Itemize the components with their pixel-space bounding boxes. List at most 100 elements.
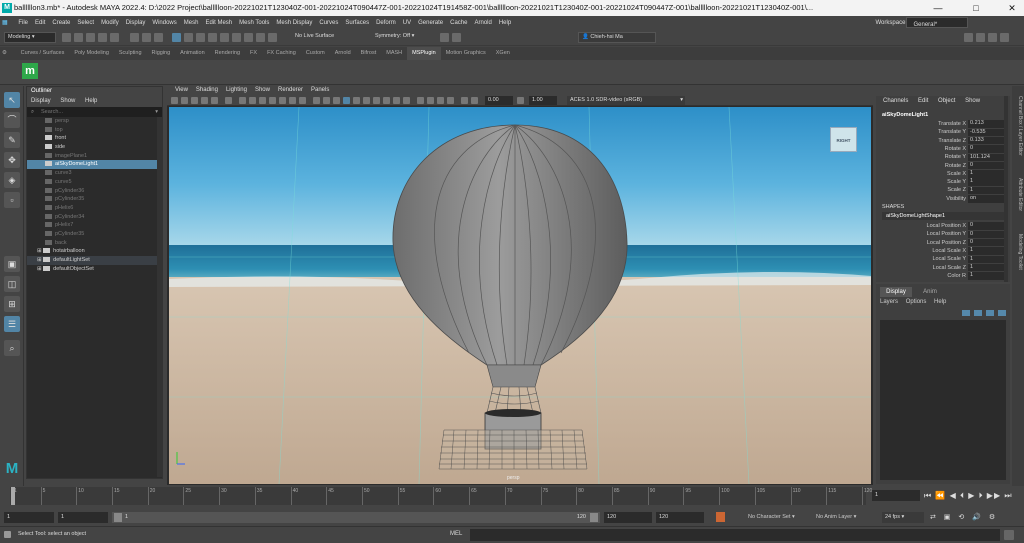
- snap-point-icon[interactable]: [196, 33, 205, 42]
- cb-attr-row[interactable]: Local Position Y0: [876, 230, 1010, 239]
- outliner-item[interactable]: ⊞ defaultObjectSet: [27, 265, 162, 274]
- motion-blur-icon[interactable]: [383, 97, 390, 104]
- user-account-dropdown[interactable]: 👤 Chieh-hsi Ma: [578, 32, 656, 43]
- wireframe-icon[interactable]: [313, 97, 320, 104]
- shelf-tab-msplugin[interactable]: MSPlugin: [407, 47, 441, 60]
- use-all-lights-icon[interactable]: [353, 97, 360, 104]
- viewport-scene[interactable]: RIGHT persp: [169, 107, 871, 484]
- playback-options-icons[interactable]: ⇄ ▣ ⟲ 🔊 ⚙: [930, 513, 998, 521]
- timeline-track[interactable]: 1 5 10 15 20 25 30 35 40 45 50 55 60 65 70 75 80 85 90 95 10…: [10, 487, 872, 505]
- cb-attr-value[interactable]: 0.133: [968, 136, 1004, 145]
- snap-view-plane-icon[interactable]: [208, 33, 217, 42]
- safe-title-icon[interactable]: [299, 97, 306, 104]
- menu-edit-mesh[interactable]: Edit Mesh: [202, 16, 236, 30]
- magnet-icon[interactable]: [220, 33, 229, 42]
- resolution-gate-icon[interactable]: [259, 97, 266, 104]
- viewport-menu-shading[interactable]: Shading: [192, 86, 222, 95]
- menu-windows[interactable]: Windows: [149, 16, 180, 30]
- outliner-item[interactable]: persp: [27, 117, 162, 126]
- safe-action-icon[interactable]: [289, 97, 296, 104]
- close-button[interactable]: ✕: [1000, 0, 1024, 16]
- redo-icon[interactable]: [110, 33, 119, 42]
- cb-attr-value[interactable]: on: [968, 195, 1004, 203]
- textured-icon[interactable]: [343, 97, 350, 104]
- cb-attr-row[interactable]: Translate Z 0.133: [876, 136, 1010, 145]
- tool-settings-icon[interactable]: [452, 33, 461, 42]
- cb-attr-row[interactable]: Translate X 0.213: [876, 120, 1010, 128]
- tab-display[interactable]: Display: [880, 287, 912, 297]
- viewcube[interactable]: RIGHT: [830, 127, 857, 152]
- single-pane-layout-icon[interactable]: ▣: [4, 256, 20, 272]
- animation-start-field[interactable]: 1: [4, 512, 54, 523]
- range-end-handle[interactable]: [590, 513, 598, 522]
- menu-arnold[interactable]: Arnold: [471, 16, 495, 30]
- render-icon[interactable]: [244, 33, 253, 42]
- layer-menu-help[interactable]: Help: [934, 299, 946, 305]
- isolate-select-icon[interactable]: [417, 97, 424, 104]
- command-input[interactable]: [470, 529, 1000, 541]
- depth-of-field-icon[interactable]: [403, 97, 410, 104]
- range-slider[interactable]: 1 120: [112, 512, 600, 523]
- cb-attr-row[interactable]: Local Position Z0: [876, 238, 1010, 247]
- outliner-item[interactable]: pHelix7: [27, 221, 162, 230]
- cb-attr-row[interactable]: Local Scale Z1: [876, 263, 1010, 272]
- ipr-icon[interactable]: [256, 33, 265, 42]
- outliner-item[interactable]: imagePlane1: [27, 152, 162, 161]
- new-scene-icon[interactable]: [62, 33, 71, 42]
- outliner-item[interactable]: aiSkyDomeLight1: [27, 160, 162, 170]
- shelf-tab-rendering[interactable]: Rendering: [210, 47, 245, 60]
- menu-edit[interactable]: Edit: [32, 16, 49, 30]
- two-pane-layout-icon[interactable]: ◫: [4, 276, 20, 292]
- lasso-tool-icon[interactable]: ⌒: [4, 112, 20, 128]
- outliner-item[interactable]: side: [27, 143, 162, 152]
- viewport-menu-panels[interactable]: Panels: [307, 86, 333, 95]
- shadows-icon[interactable]: [363, 97, 370, 104]
- soft-select-icon[interactable]: [440, 33, 449, 42]
- outliner-item[interactable]: pCylinder35: [27, 230, 162, 239]
- ambient-occlusion-icon[interactable]: [373, 97, 380, 104]
- grid-toggle-icon[interactable]: [239, 97, 246, 104]
- xray-icon[interactable]: [427, 97, 434, 104]
- outliner-search-input[interactable]: ⌕ Search... ▾: [27, 107, 162, 117]
- outliner-item[interactable]: pHelix6: [27, 204, 162, 213]
- select-by-object-icon[interactable]: [142, 33, 151, 42]
- cb-attr-row[interactable]: Scale X1: [876, 170, 1010, 178]
- xray-joints-icon[interactable]: [437, 97, 444, 104]
- snap-grid-icon[interactable]: [172, 33, 181, 42]
- outliner-menu-show[interactable]: Show: [56, 96, 79, 107]
- search-options-icon[interactable]: ▾: [155, 107, 158, 117]
- channel-box-icon[interactable]: [1000, 33, 1009, 42]
- outliner-item[interactable]: ⊞ defaultLightSet: [27, 256, 162, 265]
- menu-display[interactable]: Display: [122, 16, 149, 30]
- script-editor-icon[interactable]: [1004, 530, 1014, 540]
- menu-mesh[interactable]: Mesh: [180, 16, 202, 30]
- shelf-tab-sculpting[interactable]: Sculpting: [114, 47, 147, 60]
- select-by-component-icon[interactable]: [154, 33, 163, 42]
- search-icon[interactable]: ⌕: [4, 340, 20, 356]
- outliner-item[interactable]: pCylinder36: [27, 187, 162, 196]
- shelf-tab-xgen[interactable]: XGen: [491, 47, 515, 60]
- msplugin-shelf-icon[interactable]: m: [22, 63, 38, 79]
- menu-curves[interactable]: Curves: [316, 16, 342, 30]
- cb-attr-row[interactable]: Rotate X0: [876, 145, 1010, 153]
- menu-mesh-display[interactable]: Mesh Display: [273, 16, 316, 30]
- cb-attr-row[interactable]: Rotate Y 101.124: [876, 153, 1010, 162]
- cb-attr-row[interactable]: Rotate Z0: [876, 161, 1010, 170]
- attribute-editor-icon[interactable]: [976, 33, 985, 42]
- viewport-menu-lighting[interactable]: Lighting: [222, 86, 251, 95]
- cb-attr-value[interactable]: 0: [968, 230, 1004, 239]
- shelf-tab-custom[interactable]: Custom: [301, 47, 330, 60]
- playback-controls[interactable]: ⏮ ⏪ ◀ ⏴ ▶ ⏵ ▶▶ ⏭: [924, 491, 1013, 501]
- viewport-menu-show[interactable]: Show: [251, 86, 274, 95]
- save-scene-icon[interactable]: [86, 33, 95, 42]
- gamma-icon[interactable]: [517, 97, 524, 104]
- maximize-button[interactable]: □: [964, 0, 988, 16]
- rotate-tool-icon[interactable]: ◈: [4, 172, 20, 188]
- shelf-tab-fx[interactable]: FX: [245, 47, 262, 60]
- menu-cache[interactable]: Cache: [447, 16, 471, 30]
- camera-attr-icon[interactable]: [181, 97, 188, 104]
- tool-settings-panel-icon[interactable]: [988, 33, 997, 42]
- cb-attr-row[interactable]: Scale Y1: [876, 178, 1010, 186]
- camera-select-icon[interactable]: [171, 97, 178, 104]
- colorspace-dropdown[interactable]: ACES 1.0 SDR-video (sRGB) ▾: [567, 96, 685, 105]
